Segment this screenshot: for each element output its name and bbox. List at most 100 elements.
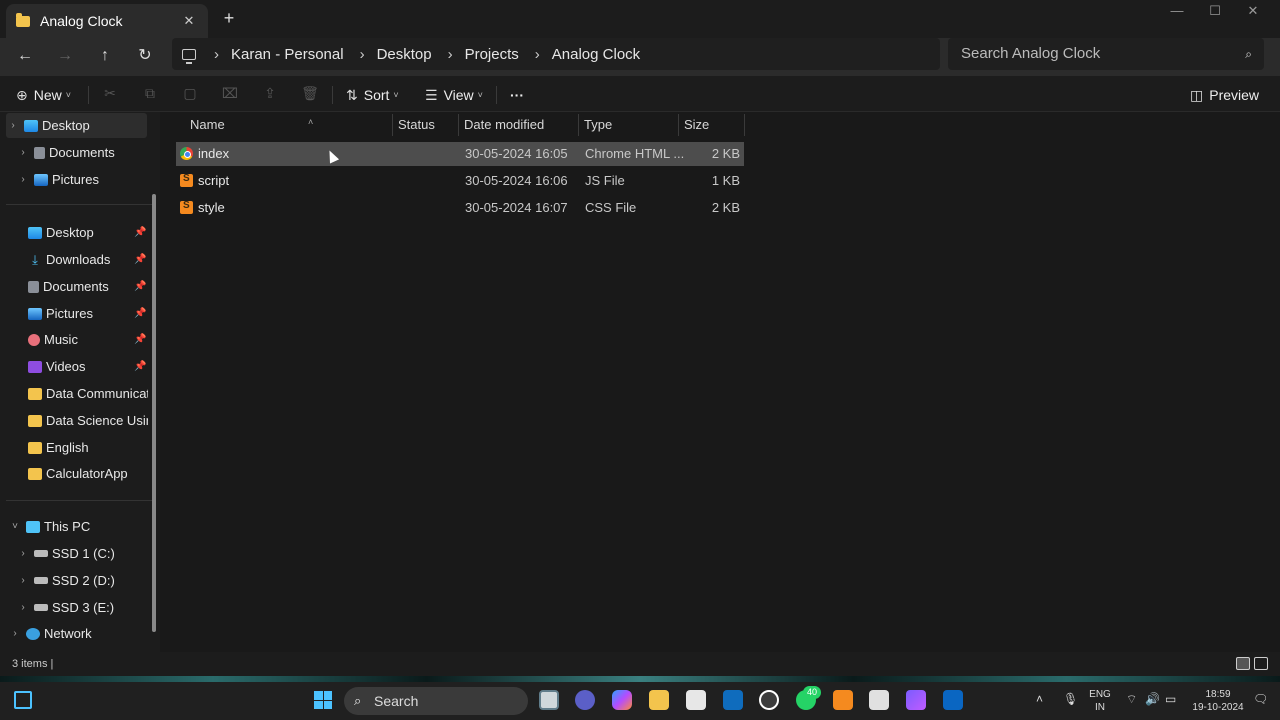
cut-icon[interactable]: ✂ xyxy=(101,85,119,101)
sidebar-item-drive[interactable]: › SSD 2 (D:) xyxy=(16,568,164,593)
column-header-type[interactable]: Type xyxy=(578,112,678,137)
chevron-right-icon[interactable]: › xyxy=(8,628,22,639)
sidebar-item-desktop[interactable]: › Desktop xyxy=(6,113,147,138)
quick-access-pictures[interactable]: Pictures 📌 xyxy=(24,301,148,326)
file-row-style[interactable]: style 30-05-2024 16:07 CSS File 2 KB xyxy=(176,196,744,220)
task-view-icon[interactable] xyxy=(539,690,559,710)
tab-analog-clock[interactable]: Analog Clock ✕ xyxy=(6,4,208,38)
breadcrumb-item[interactable]: Karan - Personal xyxy=(231,46,344,63)
file-name: script xyxy=(198,173,230,188)
file-type: Chrome HTML ... xyxy=(585,146,685,161)
taskbar-search[interactable]: ⌕ Search xyxy=(344,687,528,715)
volume-icon[interactable]: 🔊 xyxy=(1145,692,1160,706)
chevron-right-icon[interactable]: › xyxy=(535,46,540,63)
chevron-right-icon[interactable]: › xyxy=(6,120,20,131)
sidebar-item-drive[interactable]: › SSD 3 (E:) xyxy=(16,595,164,620)
quick-access-music[interactable]: Music 📌 xyxy=(24,327,148,352)
chevron-right-icon[interactable]: › xyxy=(16,147,30,158)
sidebar-item-drive[interactable]: › SSD 1 (C:) xyxy=(16,541,164,566)
up-arrow-icon[interactable]: ↑ xyxy=(90,42,120,70)
teams-icon[interactable] xyxy=(575,690,595,710)
chevron-right-icon[interactable]: › xyxy=(16,575,30,586)
clock[interactable]: 18:59 19-10-2024 xyxy=(1188,688,1248,714)
column-header-date-modified[interactable]: Date modified xyxy=(458,112,578,137)
minimize-button[interactable]: — xyxy=(1162,2,1192,24)
quick-access-downloads[interactable]: ⤓ Downloads 📌 xyxy=(24,247,148,272)
breadcrumb-item[interactable]: Projects xyxy=(465,46,519,63)
sublime-text-icon[interactable] xyxy=(833,690,853,710)
address-bar[interactable]: › Karan - Personal › Desktop › Projects … xyxy=(172,38,940,70)
quick-access-folder[interactable]: English xyxy=(24,435,148,460)
forward-arrow-icon[interactable]: → xyxy=(50,42,80,70)
column-header-name[interactable]: Name ˄ xyxy=(184,112,392,137)
sidebar-item-documents[interactable]: › Documents xyxy=(16,140,164,165)
outlook-icon[interactable] xyxy=(723,690,743,710)
quick-access-documents[interactable]: Documents 📌 xyxy=(24,274,148,299)
sidebar-item-label: Pictures xyxy=(52,172,99,187)
chevron-right-icon[interactable]: › xyxy=(16,602,30,613)
maximize-button[interactable]: ☐ xyxy=(1200,2,1230,24)
copy-icon[interactable]: ⧉ xyxy=(141,85,159,101)
sidebar-item-label: Network xyxy=(44,626,92,641)
chevron-up-icon[interactable]: ˄ xyxy=(1036,692,1043,706)
quick-access-folder[interactable]: Data Science Using xyxy=(24,408,148,433)
column-header-size[interactable]: Size xyxy=(678,112,744,137)
see-more-button[interactable]: ··· xyxy=(510,84,524,106)
sort-button[interactable]: ⇅ Sort ˅ xyxy=(346,84,399,106)
battery-icon[interactable]: ▭ xyxy=(1165,692,1176,706)
view-button[interactable]: ☰ View ˅ xyxy=(425,84,483,106)
tab-title: Analog Clock xyxy=(40,13,123,29)
details-view-icon[interactable] xyxy=(1236,657,1250,670)
paste-icon[interactable]: ▢ xyxy=(181,85,199,101)
large-icons-view-icon[interactable] xyxy=(1254,657,1268,670)
notification-icon[interactable]: 🗨 xyxy=(1253,692,1268,706)
close-window-button[interactable]: ✕ xyxy=(1238,2,1268,24)
column-header-status[interactable]: Status xyxy=(392,112,458,137)
chevron-right-icon[interactable]: › xyxy=(16,174,30,185)
breadcrumb-item[interactable]: Desktop xyxy=(377,46,432,63)
start-button[interactable] xyxy=(314,691,332,709)
sidebar-scrollbar[interactable] xyxy=(152,194,156,632)
widgets-icon[interactable] xyxy=(14,691,32,709)
quick-access-videos[interactable]: Videos 📌 xyxy=(24,354,148,379)
chevron-right-icon[interactable]: › xyxy=(16,548,30,559)
chevron-right-icon[interactable]: › xyxy=(214,46,219,63)
language-indicator[interactable]: ENG IN xyxy=(1086,688,1114,714)
back-arrow-icon[interactable]: ← xyxy=(10,42,40,70)
pictures-icon xyxy=(34,173,48,186)
quick-access-folder[interactable]: CalculatorApp xyxy=(24,461,148,486)
clipchamp-icon[interactable] xyxy=(906,690,926,710)
file-row-index[interactable]: index 30-05-2024 16:05 Chrome HTML ... 2… xyxy=(176,142,744,166)
chevron-right-icon[interactable]: › xyxy=(360,46,365,63)
snipping-tool-icon[interactable] xyxy=(869,690,889,710)
rename-icon[interactable]: ⌧ xyxy=(221,85,239,101)
chevron-down-icon[interactable]: ˅ xyxy=(8,521,22,532)
file-row-script[interactable]: script 30-05-2024 16:06 JS File 1 KB xyxy=(176,169,744,193)
new-button[interactable]: ⊕ New ˅ xyxy=(16,84,71,106)
sidebar-item-this-pc[interactable]: ˅ This PC xyxy=(8,514,156,539)
breadcrumb-item[interactable]: Analog Clock xyxy=(552,46,640,63)
view-list-icon: ☰ xyxy=(425,86,438,103)
preview-button[interactable]: ◫ Preview xyxy=(1190,84,1259,106)
tab-close-button[interactable]: ✕ xyxy=(180,13,198,29)
share-icon[interactable]: ⇪ xyxy=(261,85,279,101)
microsoft-store-icon[interactable] xyxy=(686,690,706,710)
delete-icon[interactable]: 🗑 xyxy=(301,85,319,101)
microphone-icon[interactable]: 🎙 xyxy=(1063,692,1078,706)
linkedin-icon[interactable] xyxy=(943,690,963,710)
sidebar-item-network[interactable]: › Network xyxy=(8,621,156,646)
quick-access-desktop[interactable]: Desktop 📌 xyxy=(24,220,148,245)
sidebar-item-pictures[interactable]: › Pictures xyxy=(16,167,164,192)
column-divider[interactable] xyxy=(744,114,745,136)
refresh-icon[interactable]: ↻ xyxy=(130,42,160,70)
search-input[interactable]: Search Analog Clock ⌕ xyxy=(948,38,1264,70)
documents-icon xyxy=(28,280,39,293)
quick-access-folder[interactable]: Data Communicatio xyxy=(24,381,148,406)
media-player-icon[interactable] xyxy=(759,690,779,710)
chevron-right-icon[interactable]: › xyxy=(448,46,453,63)
file-explorer-icon[interactable] xyxy=(649,690,669,710)
sidebar-item-label: Documents xyxy=(49,145,115,160)
new-tab-button[interactable]: + xyxy=(218,8,240,29)
wifi-icon[interactable]: ⌔ xyxy=(1126,692,1137,707)
copilot-icon[interactable] xyxy=(612,690,632,710)
